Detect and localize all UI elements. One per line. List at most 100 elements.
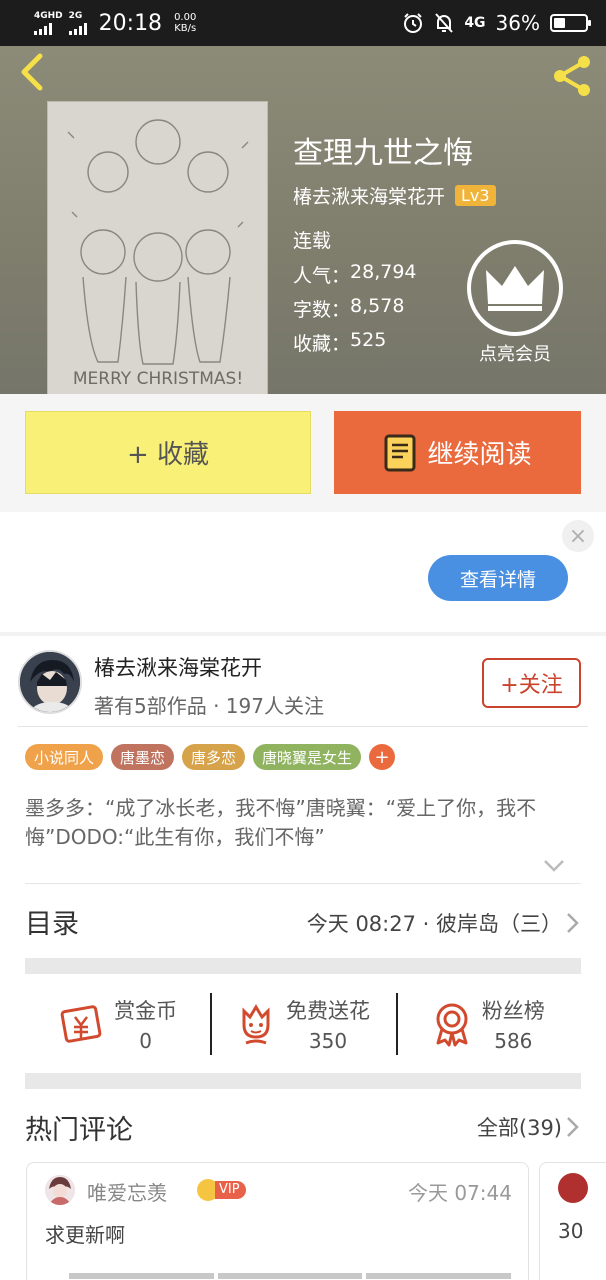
section-separator <box>25 1073 581 1089</box>
back-arrow-icon[interactable] <box>14 52 54 92</box>
stat-word-count: 字数： 8,578 <box>293 295 404 322</box>
support-value: 586 <box>494 1029 533 1053</box>
stat-popularity: 人气： 28,794 <box>293 261 417 288</box>
hot-comments-header: 热门评论 全部(39) <box>0 1090 606 1160</box>
tag-item[interactable]: 唐晓翼是女生 <box>253 744 362 770</box>
comment-footer <box>69 1273 512 1279</box>
member-button[interactable]: 点亮会员 <box>465 240 565 366</box>
commenter-avatar[interactable] <box>558 1173 588 1203</box>
author-avatar[interactable] <box>18 650 82 714</box>
vip-badge: VIP <box>197 1179 246 1201</box>
book-header: MERRY CHRISTMAS! 查理九世之悔 椿去湫来海棠花开 Lv3 连载 … <box>0 46 606 394</box>
support-text: 赏金币 0 <box>114 995 177 1053</box>
support-row: 赏金币 0 免费送花 350 粉丝榜 586 <box>25 975 581 1073</box>
net-speed: 0.00 KB/s <box>174 12 196 34</box>
comment-time: 今天 07:44 <box>408 1181 512 1205</box>
cover-sketch-image: MERRY CHRISTMAS! <box>48 102 267 394</box>
signal-2: 2G <box>68 10 87 35</box>
chevron-right-icon <box>567 913 579 933</box>
commenter-name[interactable]: 唯爱忘羡 <box>87 1177 167 1206</box>
stat-label: 字数： <box>293 299 351 321</box>
battery-icon <box>550 14 591 32</box>
support-label: 粉丝榜 <box>481 999 545 1023</box>
status-bar: 4GHD 2G 20:18 0.00 KB/s 4G 36% <box>0 0 606 46</box>
reward-coin-icon <box>60 1005 102 1043</box>
stat-value: 525 <box>350 329 387 351</box>
divider <box>25 883 581 884</box>
chevron-down-icon[interactable] <box>542 858 566 874</box>
ad-banner: × 查看详情 <box>0 512 606 632</box>
tag-item[interactable]: 唐多恋 <box>182 744 246 770</box>
clock: 20:18 <box>98 10 163 36</box>
ad-close-button[interactable]: × <box>562 520 594 552</box>
support-text: 免费送花 350 <box>286 995 370 1053</box>
net-speed-unit: KB/s <box>174 23 197 34</box>
status-right: 4G 36% <box>402 11 591 35</box>
hot-comments-title: 热门评论 <box>25 1115 133 1146</box>
reward-coin-button[interactable]: 赏金币 0 <box>25 975 210 1073</box>
commenter-avatar[interactable] <box>45 1175 75 1205</box>
author-name[interactable]: 椿去湫来海棠花开 <box>94 652 262 682</box>
stat-favorites: 收藏： 525 <box>293 329 386 356</box>
add-tag-button[interactable]: + <box>369 744 396 770</box>
comment-card[interactable]: 唯爱忘羡 VIP 今天 07:44 求更新啊 <box>26 1162 529 1280</box>
fan-ranking-button[interactable]: 粉丝榜 586 <box>395 975 581 1073</box>
tag-item[interactable]: 小说同人 <box>25 744 104 770</box>
latest-chapter: 今天 08:27 · 彼岸岛（三） <box>306 912 562 936</box>
stat-value: 28,794 <box>350 261 417 283</box>
book-author[interactable]: 椿去湫来海棠花开 <box>293 182 445 209</box>
battery-percent: 36% <box>495 11 540 35</box>
support-label: 赏金币 <box>114 999 178 1023</box>
action-bar: + 收藏 继续阅读 <box>0 394 606 512</box>
tag-list: 小说同人 唐墨恋 唐多恋 唐晓翼是女生 + <box>25 744 396 770</box>
alarm-icon <box>404 13 423 33</box>
book-author-row: 椿去湫来海棠花开 Lv3 <box>293 182 496 209</box>
support-text: 粉丝榜 586 <box>482 995 545 1053</box>
network-type-3: 4G <box>464 15 486 31</box>
section-separator <box>25 958 581 974</box>
chevron-right-icon[interactable] <box>566 1116 580 1138</box>
support-value: 0 <box>139 1029 153 1053</box>
all-comments-link[interactable]: 全部(39) <box>477 1112 562 1142</box>
cover-caption: MERRY CHRISTMAS! <box>73 369 243 389</box>
continue-reading-button[interactable]: 继续阅读 <box>334 411 581 494</box>
stat-value: 8,578 <box>350 295 405 317</box>
signal-bars-icon <box>68 22 87 35</box>
medal-icon <box>436 1003 468 1047</box>
share-icon[interactable] <box>548 52 596 100</box>
book-cover[interactable]: MERRY CHRISTMAS! <box>47 101 268 394</box>
follow-button[interactable]: +关注 <box>482 658 581 708</box>
continue-reading-label: 继续阅读 <box>427 440 532 470</box>
comment-card[interactable]: 30 <box>539 1162 606 1280</box>
send-flower-button[interactable]: 免费送花 350 <box>210 975 395 1073</box>
comment-text: 求更新啊 <box>45 1223 125 1247</box>
status-left: 4GHD 2G 20:18 0.00 KB/s <box>34 11 196 36</box>
member-label: 点亮会员 <box>479 344 551 365</box>
view-details-button[interactable]: 查看详情 <box>428 555 568 601</box>
network-type-2: 2G <box>68 10 83 21</box>
divider <box>18 726 588 727</box>
support-label: 免费送花 <box>285 999 370 1023</box>
stat-label: 收藏： <box>293 333 351 355</box>
stat-label: 人气： <box>293 265 351 287</box>
serial-status: 连载 <box>293 230 332 252</box>
add-favorite-button[interactable]: + 收藏 <box>25 411 311 494</box>
toc-title: 目录 <box>25 909 79 940</box>
book-title: 查理九世之悔 <box>293 136 473 171</box>
section-divider <box>0 632 606 636</box>
tag-item[interactable]: 唐墨恋 <box>111 744 175 770</box>
vip-label: VIP <box>215 1181 246 1199</box>
level-badge: Lv3 <box>455 185 496 206</box>
signal-1: 4GHD <box>34 10 63 35</box>
signal-bars-icon <box>34 22 52 35</box>
book-icon <box>384 434 416 471</box>
support-value: 350 <box>308 1029 348 1053</box>
network-type-1: 4GHD <box>34 10 63 21</box>
table-of-contents-row[interactable]: 目录 今天 08:27 · 彼岸岛（三） <box>0 886 606 958</box>
author-meta: 著有5部作品 · 197人关注 <box>94 694 324 718</box>
book-summary: 墨多多：“成了冰长老，我不悔”唐晓翼：“爱上了你，我不悔”DODO:“此生有你，… <box>25 796 537 849</box>
crown-icon <box>467 240 563 336</box>
net-speed-value: 0.00 <box>174 12 197 23</box>
flower-icon <box>242 1004 270 1045</box>
comment-text: 30 <box>558 1219 584 1243</box>
